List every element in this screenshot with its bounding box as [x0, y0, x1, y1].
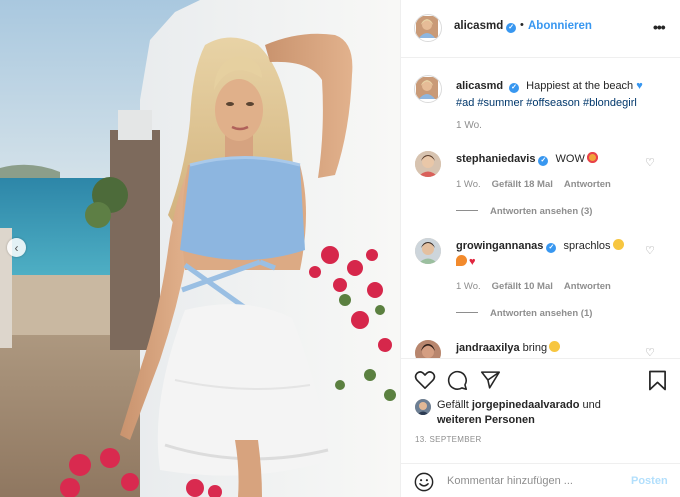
fire-emoji-icon [456, 255, 467, 266]
liked-by-others[interactable]: weiteren Personen [437, 414, 535, 426]
comment-likes[interactable]: Gefällt 10 Mal [492, 281, 553, 292]
heart-eyes-emoji-icon [586, 152, 598, 163]
liker-avatar[interactable] [415, 399, 431, 415]
post-caption: alicasmd ✓ Happiest at the beach ♥ #ad #s… [456, 78, 666, 112]
view-replies-label: Antworten ansehen (3) [490, 206, 593, 217]
replies-divider [456, 210, 478, 211]
commenter-username[interactable]: stephaniedavis [456, 153, 535, 165]
post-details-panel: alicasmd ✓ • Abonnieren ••• alicasmd ✓ Hap… [400, 0, 680, 497]
reply-button[interactable]: Antworten [564, 179, 611, 190]
post-actions: Gefällt jorgepinedaalvarado und weiteren… [401, 358, 680, 497]
more-options-icon[interactable]: ••• [653, 19, 666, 35]
view-replies-button[interactable]: Antworten ansehen (1) [456, 308, 592, 319]
liked-by-user[interactable]: jorgepinedaalvarado [472, 399, 580, 411]
reply-button[interactable]: Antworten [564, 281, 611, 292]
comment-likes[interactable]: Gefällt 18 Mal [492, 179, 553, 190]
comment-input[interactable] [447, 472, 617, 490]
caption-text: Happiest at the beach [526, 80, 634, 92]
comment-time[interactable]: 1 Wo. [456, 179, 481, 190]
liked-by-suffix: und [582, 399, 601, 411]
emoji-picker-icon[interactable] [414, 472, 434, 492]
beach-photo-illustration [0, 0, 400, 497]
like-comment-heart-icon[interactable]: ♡ [645, 346, 655, 358]
commenter-username[interactable]: jandraaxilya [456, 342, 520, 354]
comment-body: sprachlos [563, 240, 611, 252]
post-header: alicasmd ✓ • Abonnieren ••• [401, 0, 680, 58]
verified-badge-icon: ✓ [506, 23, 517, 33]
carousel-prev-button[interactable]: ‹ [7, 238, 26, 257]
author-username-text: alicasmd [454, 20, 504, 32]
comment-body: bring [522, 342, 548, 354]
comment-body: WOW [555, 153, 585, 165]
caption-avatar[interactable] [414, 75, 442, 103]
replies-divider [456, 312, 478, 313]
commenter-username[interactable]: growingannanas [456, 240, 543, 252]
astonished-emoji-icon [612, 239, 624, 250]
caption-timestamp[interactable]: 1 Wo. [456, 120, 482, 131]
comment-text: stephaniedavis ✓ WOW [456, 151, 646, 167]
commenter-avatar[interactable] [415, 151, 441, 177]
post-comment-button[interactable]: Posten [631, 475, 668, 487]
caption-username[interactable]: alicasmd [456, 80, 503, 92]
like-comment-heart-icon[interactable]: ♡ [645, 244, 655, 257]
liked-by-prefix: Gefällt [437, 399, 469, 411]
comment-time[interactable]: 1 Wo. [456, 281, 481, 292]
add-comment-form: Posten [401, 463, 680, 497]
red-heart-emoji-icon: ♥ [469, 256, 476, 268]
commenter-avatar[interactable] [415, 340, 441, 358]
follow-button[interactable]: Abonnieren [528, 20, 592, 32]
comments-list[interactable]: alicasmd ✓ Happiest at the beach ♥ #ad #s… [401, 58, 680, 358]
author-avatar[interactable] [414, 14, 442, 42]
view-replies-label: Antworten ansehen (1) [490, 308, 593, 319]
share-paper-plane-icon[interactable] [480, 370, 501, 390]
caption-hashtags[interactable]: #ad #summer #offseason #blondegirl [456, 97, 637, 109]
header-separator: • [520, 19, 524, 31]
comment-meta: 1 Wo. Gefällt 10 Mal Antworten [456, 281, 622, 292]
grinning-emoji-icon [549, 341, 561, 352]
comment-text: growingannanas ✓ sprachlos ♥ [456, 238, 646, 270]
view-replies-button[interactable]: Antworten ansehen (3) [456, 206, 592, 217]
comment-bubble-icon[interactable] [447, 370, 468, 391]
like-heart-icon[interactable] [414, 370, 436, 390]
commenter-avatar[interactable] [415, 238, 441, 264]
verified-badge-icon: ✓ [509, 83, 520, 93]
post-photo[interactable]: ‹ [0, 0, 400, 497]
blue-heart-emoji-icon: ♥ [636, 80, 643, 92]
author-username[interactable]: alicasmd ✓ [454, 20, 517, 33]
verified-badge-icon: ✓ [546, 243, 557, 253]
comment-meta: 1 Wo. Gefällt 18 Mal Antworten [456, 179, 622, 190]
comment-text: jandraaxilya bring [456, 340, 646, 356]
like-comment-heart-icon[interactable]: ♡ [645, 156, 655, 169]
post-date[interactable]: 13. SEPTEMBER [415, 435, 482, 444]
save-bookmark-icon[interactable] [648, 370, 667, 391]
liked-by-text: Gefällt jorgepinedaalvarado und weiteren… [437, 398, 637, 428]
verified-badge-icon: ✓ [538, 156, 549, 166]
